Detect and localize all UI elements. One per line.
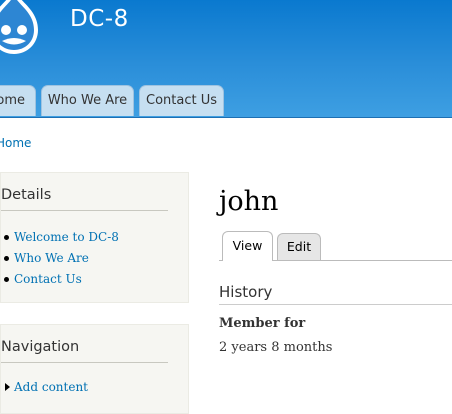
sidebar-link-welcome[interactable]: Welcome to DC-8 [4,227,119,248]
page-title: john [219,186,279,217]
navigation-link-list: Add content [4,377,88,398]
tab-edit[interactable]: Edit [277,233,321,260]
local-tabs: View Edit [219,231,452,261]
bullet-icon [4,277,9,282]
tab-view[interactable]: View [222,231,273,261]
bullet-icon [4,256,9,261]
bullet-icon [4,235,9,240]
details-link-list: Welcome to DC-8 Who We Are Contact Us [4,227,119,290]
site-name[interactable]: DC-8 [70,6,129,32]
main-menu-contact-us[interactable]: Contact Us [139,85,224,116]
site-header: DC-8 Home Who We Are Contact Us [0,0,452,118]
drupal-logo-icon[interactable] [0,0,42,56]
collapsed-triangle-icon [5,383,10,391]
breadcrumb-home-link[interactable]: Home [0,136,31,150]
nav-link-add-content[interactable]: Add content [4,377,88,398]
main-menu-who-we-are[interactable]: Who We Are [41,85,134,116]
sidebar-block-details: Details Welcome to DC-8 Who We Are Conta… [0,172,189,303]
main-menu-home[interactable]: Home [0,85,36,116]
sidebar-link-who-we-are[interactable]: Who We Are [4,248,119,269]
member-for-label: Member for [219,316,306,331]
history-heading: History [219,283,452,305]
member-for-value: 2 years 8 months [219,340,333,355]
sidebar-block-navigation: Navigation Add content [0,324,189,414]
block-title-navigation: Navigation [1,339,168,363]
sidebar-link-contact-us[interactable]: Contact Us [4,269,119,290]
block-title-details: Details [1,187,168,211]
